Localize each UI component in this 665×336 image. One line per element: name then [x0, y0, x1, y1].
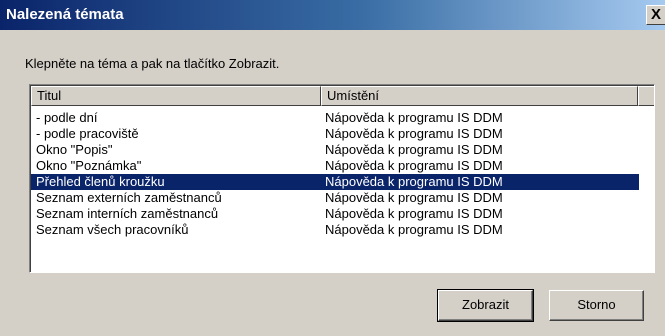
- item-location: Nápověda k programu IS DDM: [325, 126, 503, 141]
- list-item[interactable]: - podle dní Nápověda k programu IS DDM: [31, 110, 654, 126]
- cancel-button-label: Storno: [577, 297, 616, 312]
- close-icon: X: [651, 6, 662, 23]
- list-item[interactable]: Seznam všech pracovníků Nápověda k progr…: [31, 222, 654, 238]
- show-button-label: Zobrazit: [462, 297, 509, 312]
- item-title: Seznam externích zaměstnanců: [36, 190, 222, 205]
- item-location: Nápověda k programu IS DDM: [325, 158, 503, 173]
- show-button[interactable]: Zobrazit: [437, 289, 534, 322]
- list-item[interactable]: Okno "Poznámka" Nápověda k programu IS D…: [31, 158, 654, 174]
- column-header-title[interactable]: Titul: [31, 86, 321, 106]
- item-location: Nápověda k programu IS DDM: [325, 110, 503, 125]
- item-title: - podle dní: [36, 110, 98, 125]
- close-button[interactable]: X: [646, 5, 665, 25]
- item-title: Přehled členů kroužku: [36, 174, 165, 189]
- list-rows: - podle dní Nápověda k programu IS DDM -…: [31, 110, 654, 238]
- column-header-filler: [638, 86, 654, 106]
- item-title: - podle pracoviště: [36, 126, 139, 141]
- list-frame: Titul Umístění - podle dní Nápověda k pr…: [30, 85, 654, 272]
- item-location: Nápověda k programu IS DDM: [325, 206, 503, 221]
- column-header-location[interactable]: Umístění: [321, 86, 638, 106]
- cancel-button[interactable]: Storno: [549, 290, 644, 321]
- list-item-selected[interactable]: Přehled členů kroužku Nápověda k program…: [31, 174, 639, 190]
- item-title: Okno "Poznámka": [36, 158, 142, 173]
- item-location: Nápověda k programu IS DDM: [325, 142, 503, 157]
- item-title: Seznam interních zaměstnanců: [36, 206, 219, 221]
- topics-list[interactable]: Titul Umístění - podle dní Nápověda k pr…: [29, 84, 655, 273]
- item-title: Okno "Popis": [36, 142, 113, 157]
- list-header: Titul Umístění: [31, 86, 654, 106]
- item-title: Seznam všech pracovníků: [36, 222, 189, 237]
- window-title: Nalezená témata: [6, 6, 124, 23]
- title-bar: Nalezená témata X: [0, 0, 665, 30]
- list-item[interactable]: Okno "Popis" Nápověda k programu IS DDM: [31, 142, 654, 158]
- list-item[interactable]: Seznam interních zaměstnanců Nápověda k …: [31, 206, 654, 222]
- item-location: Nápověda k programu IS DDM: [325, 222, 503, 237]
- instruction-text: Klepněte na téma a pak na tlačítko Zobra…: [25, 56, 280, 71]
- item-location: Nápověda k programu IS DDM: [325, 190, 503, 205]
- list-item[interactable]: - podle pracoviště Nápověda k programu I…: [31, 126, 654, 142]
- item-location: Nápověda k programu IS DDM: [325, 174, 503, 189]
- list-item[interactable]: Seznam externích zaměstnanců Nápověda k …: [31, 190, 654, 206]
